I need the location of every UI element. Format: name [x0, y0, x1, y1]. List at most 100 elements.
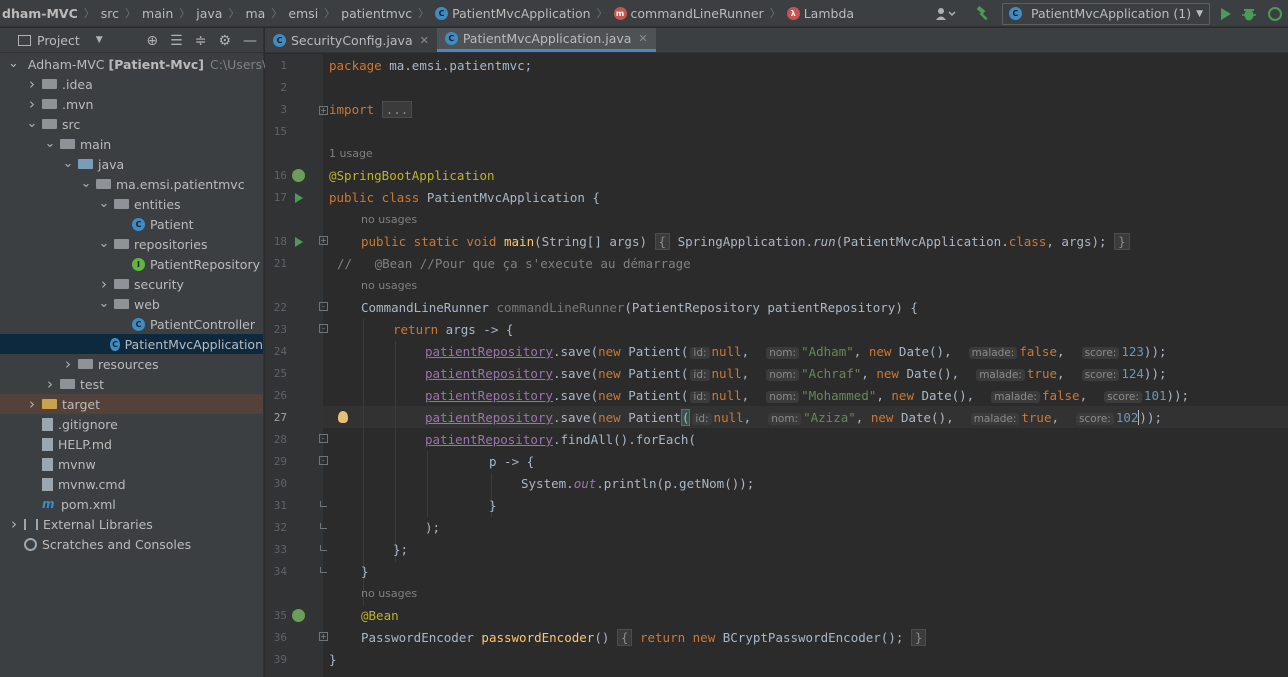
run-icon[interactable]	[1216, 3, 1236, 25]
tree-item[interactable]: C Patient	[0, 214, 263, 234]
code-editor[interactable]: 1 2 3 15 16 17 18 21 22 23 24 25 26 27 28 29 30 31 32 33 34 3…	[265, 54, 1288, 677]
chevron-down-icon[interactable]: ⌄	[98, 237, 110, 250]
breadcrumb-item[interactable]: java	[192, 0, 226, 27]
fold-toggle-icon[interactable]: -	[319, 434, 328, 443]
breadcrumb-item[interactable]: C PatientMvcApplication	[431, 0, 594, 27]
tree-item[interactable]: HELP.md	[0, 434, 263, 454]
line-number[interactable]: 31	[265, 495, 287, 517]
usage-hint[interactable]: no usages	[361, 583, 417, 605]
run-configuration-selector[interactable]: C PatientMvcApplication (1) ▼	[1001, 2, 1210, 25]
breadcrumb-item[interactable]: src	[97, 0, 123, 27]
fold-toggle-icon[interactable]: +	[319, 632, 328, 641]
tree-item[interactable]: mvnw.cmd	[0, 474, 263, 494]
chevron-down-icon[interactable]: ⌄	[26, 117, 38, 130]
chevron-down-icon[interactable]: ⌄	[80, 177, 92, 190]
tree-item[interactable]: › .idea	[0, 74, 263, 94]
fold-toggle-icon[interactable]: -	[319, 324, 328, 333]
breadcrumb-item[interactable]: λ Lambda	[783, 0, 858, 27]
line-number[interactable]: 32	[265, 517, 287, 539]
line-number[interactable]: 15	[265, 121, 287, 143]
close-icon[interactable]: ✕	[420, 34, 429, 47]
chevron-right-icon[interactable]: ›	[98, 275, 110, 293]
fold-toggle-icon[interactable]: -	[319, 456, 328, 465]
line-number[interactable]: 34	[265, 561, 287, 583]
editor-tab[interactable]: C SecurityConfig.java ✕	[265, 28, 437, 52]
user-icon[interactable]	[930, 3, 962, 25]
tree-item[interactable]: › test	[0, 374, 263, 394]
tree-item[interactable]: ⌄ web	[0, 294, 263, 314]
editor-tab[interactable]: C PatientMvcApplication.java ✕	[436, 28, 656, 52]
chevron-right-icon[interactable]: ›	[8, 515, 20, 533]
line-number[interactable]: 39	[265, 649, 287, 671]
tree-item[interactable]: › resources	[0, 354, 263, 374]
tree-item[interactable]: ⌄ entities	[0, 194, 263, 214]
line-number[interactable]: 27	[265, 407, 287, 429]
tree-item[interactable]: ⌄ java	[0, 154, 263, 174]
tree-item[interactable]: ⌄ repositories	[0, 234, 263, 254]
tree-item[interactable]: C PatientMvcApplication	[0, 334, 263, 354]
chevron-right-icon[interactable]: ›	[44, 375, 56, 393]
line-number[interactable]: 21	[265, 253, 287, 275]
run-with-coverage-icon[interactable]	[1262, 3, 1288, 25]
tree-item[interactable]: ⌄ main	[0, 134, 263, 154]
tree-item[interactable]: C PatientController	[0, 314, 263, 334]
tree-item[interactable]: › External Libraries	[0, 514, 263, 534]
line-number[interactable]: 3	[265, 99, 287, 121]
breadcrumb-item[interactable]: main	[138, 0, 177, 27]
chevron-right-icon[interactable]: ›	[26, 395, 38, 413]
tree-item[interactable]: ⌄ ma.emsi.patientmvc	[0, 174, 263, 194]
chevron-down-icon[interactable]: ▼	[96, 35, 103, 45]
tree-item[interactable]: I PatientRepository	[0, 254, 263, 274]
fold-toggle-icon[interactable]: -	[319, 302, 328, 311]
line-number[interactable]: 16	[265, 165, 287, 187]
tree-item[interactable]: Scratches and Consoles	[0, 534, 263, 554]
run-gutter-icon[interactable]	[295, 237, 303, 247]
tree-item[interactable]: ⌄ src	[0, 114, 263, 134]
project-view-dropdown[interactable]: Project	[37, 33, 80, 48]
spring-bean-icon[interactable]	[292, 169, 305, 182]
locate-file-icon[interactable]: ⊕	[146, 33, 158, 49]
chevron-down-icon[interactable]: ⌄	[98, 197, 110, 210]
fold-toggle-icon[interactable]: +	[319, 106, 328, 115]
chevron-right-icon[interactable]: ›	[26, 75, 38, 93]
line-number[interactable]: 28	[265, 429, 287, 451]
line-number[interactable]: 30	[265, 473, 287, 495]
fold-toggle-icon[interactable]: +	[319, 236, 328, 245]
build-hammer-icon[interactable]	[970, 3, 996, 25]
line-number[interactable]: 23	[265, 319, 287, 341]
tree-item[interactable]: mvnw	[0, 454, 263, 474]
tree-item[interactable]: › target	[0, 394, 263, 414]
line-number[interactable]: 26	[265, 385, 287, 407]
chevron-right-icon[interactable]: ›	[62, 355, 74, 373]
line-number[interactable]: 29	[265, 451, 287, 473]
breadcrumb-item[interactable]: ma	[241, 0, 269, 27]
line-number[interactable]: 36	[265, 627, 287, 649]
breadcrumb-item[interactable]: patientmvc	[337, 0, 416, 27]
collapse-all-icon[interactable]: ≑	[195, 33, 207, 49]
gear-icon[interactable]: ⚙	[218, 33, 231, 49]
tree-item[interactable]: › .mvn	[0, 94, 263, 114]
line-number[interactable]: 18	[265, 231, 287, 253]
expand-all-icon[interactable]: ☰	[170, 33, 183, 49]
tree-item[interactable]: .gitignore	[0, 414, 263, 434]
debug-icon[interactable]	[1236, 3, 1262, 25]
chevron-down-icon[interactable]: ⌄	[98, 297, 110, 310]
breadcrumb-item[interactable]: m commandLineRunner	[610, 0, 768, 27]
line-number[interactable]: 1	[265, 55, 287, 77]
usage-hint[interactable]: no usages	[361, 275, 417, 297]
close-icon[interactable]: ✕	[638, 32, 647, 45]
hide-panel-icon[interactable]: —	[243, 33, 257, 49]
line-number[interactable]: 22	[265, 297, 287, 319]
tree-item[interactable]: ⌄ Adham-MVC [Patient-Mvc] C:\Users\as	[0, 54, 281, 74]
usage-hint[interactable]: no usages	[361, 209, 417, 231]
line-number[interactable]: 24	[265, 341, 287, 363]
tree-item[interactable]: m pom.xml	[0, 494, 263, 514]
spring-bean-icon[interactable]	[292, 609, 305, 622]
line-number[interactable]: 35	[265, 605, 287, 627]
tree-item[interactable]: › security	[0, 274, 263, 294]
line-number[interactable]: 25	[265, 363, 287, 385]
breadcrumb-item[interactable]: dham-MVC	[0, 0, 82, 27]
lightbulb-icon[interactable]	[338, 411, 348, 423]
chevron-down-icon[interactable]: ⌄	[62, 157, 74, 170]
line-number[interactable]: 2	[265, 77, 287, 99]
